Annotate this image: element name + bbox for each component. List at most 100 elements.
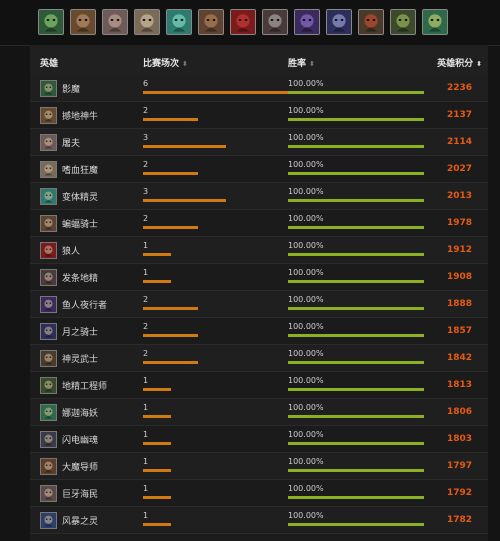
table-row[interactable]: 风暴之灵 1 100.00% 1782 <box>30 507 488 534</box>
table-row[interactable]: 嗜血狂魔 2 100.00% 2027 <box>30 156 488 183</box>
hero-name[interactable]: 大魔导师 <box>62 460 98 473</box>
hero-name[interactable]: 鱼人夜行者 <box>62 298 107 311</box>
win-rate-bar <box>288 442 424 445</box>
win-rate: 100.00% <box>288 79 324 88</box>
hero-stats-table: 英雄 比赛场次 ⬍ 胜率 ⬍ 英雄积分 ⬍ 影魔 6 100.00% 2236 撼地神牛 2 10… <box>30 45 488 541</box>
hero-name[interactable]: 屠夫 <box>62 136 80 149</box>
batrider-icon[interactable] <box>40 215 57 232</box>
hero-name[interactable]: 月之骑士 <box>62 325 98 338</box>
win-rate: 100.00% <box>288 187 324 196</box>
match-count-bar <box>143 118 198 121</box>
win-rate: 100.00% <box>288 322 324 331</box>
hero-name[interactable]: 闪电幽魂 <box>62 433 98 446</box>
hero-score: 1782 <box>446 515 472 525</box>
juggernaut-portrait-icon[interactable] <box>358 9 384 35</box>
match-count-bar <box>143 307 198 310</box>
hero-score: 2236 <box>446 83 472 93</box>
razor-icon[interactable] <box>40 431 57 448</box>
sort-desc-icon[interactable]: ⬍ <box>476 60 482 68</box>
luna-portrait-icon[interactable] <box>326 9 352 35</box>
tinker-portrait-icon[interactable] <box>390 9 416 35</box>
table-row[interactable]: 变体精灵 3 100.00% 2013 <box>30 183 488 210</box>
hero-name[interactable]: 神灵武士 <box>62 352 98 365</box>
win-rate: 100.00% <box>288 457 324 466</box>
bloodseeker-portrait-icon[interactable] <box>134 9 160 35</box>
batrider-portrait-icon[interactable] <box>198 9 224 35</box>
shadow-demon-portrait-icon[interactable] <box>38 9 64 35</box>
morphling-portrait-icon[interactable] <box>166 9 192 35</box>
sort-icon[interactable]: ⬍ <box>182 60 188 68</box>
table-row[interactable]: 发条地精 1 100.00% 1908 <box>30 264 488 291</box>
table-row[interactable]: 鱼人夜行者 2 100.00% 1888 <box>30 291 488 318</box>
hero-name[interactable]: 影魔 <box>62 82 80 95</box>
win-rate: 100.00% <box>288 484 324 493</box>
header-score[interactable]: 英雄积分 ⬍ <box>437 56 482 69</box>
header-matches-label: 比赛场次 <box>143 59 180 69</box>
table-row[interactable]: 蝙蝠骑士 2 100.00% 1978 <box>30 210 488 237</box>
win-rate: 100.00% <box>288 241 324 250</box>
table-row[interactable]: 月之骑士 2 100.00% 1857 <box>30 318 488 345</box>
hero-score: 1978 <box>446 218 472 228</box>
techies-portrait-icon[interactable] <box>262 9 288 35</box>
hero-name[interactable]: 巨牙海民 <box>62 487 98 500</box>
table-row[interactable]: 地精工程师 1 100.00% 1813 <box>30 372 488 399</box>
table-row[interactable]: 狼人 1 100.00% 1912 <box>30 237 488 264</box>
hero-name[interactable]: 嗜血狂魔 <box>62 163 98 176</box>
earthshaker-icon[interactable] <box>40 107 57 124</box>
morphling-icon[interactable] <box>40 188 57 205</box>
earthshaker-portrait-icon[interactable] <box>70 9 96 35</box>
match-count-bar <box>143 172 198 175</box>
match-count-bar <box>143 280 171 283</box>
table-row[interactable]: 大魔导师 1 100.00% 1797 <box>30 453 488 480</box>
table-row[interactable]: 闪电幽魂 1 100.00% 1803 <box>30 426 488 453</box>
win-rate-bar <box>288 118 424 121</box>
table-row[interactable]: 影魔 6 100.00% 2236 <box>30 75 488 102</box>
hero-name[interactable]: 变体精灵 <box>62 190 98 203</box>
invoker-icon[interactable] <box>40 458 57 475</box>
hero-name[interactable]: 蝙蝠骑士 <box>62 217 98 230</box>
win-rate-bar <box>288 469 424 472</box>
match-count-bar <box>143 415 171 418</box>
night-stalker-portrait-icon[interactable] <box>294 9 320 35</box>
shadow-fiend-icon[interactable] <box>40 80 57 97</box>
match-count-bar <box>143 442 171 445</box>
table-row[interactable]: 屠夫 3 100.00% 2114 <box>30 129 488 156</box>
match-count-bar <box>143 361 198 364</box>
sort-icon[interactable]: ⬍ <box>309 60 315 68</box>
clockwerk-icon[interactable] <box>40 269 57 286</box>
table-row[interactable]: 娜迦海妖 1 100.00% 1806 <box>30 399 488 426</box>
techies-icon[interactable] <box>40 377 57 394</box>
pudge-icon[interactable] <box>40 134 57 151</box>
lycan-portrait-icon[interactable] <box>230 9 256 35</box>
match-count-bar <box>143 469 171 472</box>
huskar-icon[interactable] <box>40 350 57 367</box>
table-row[interactable]: 撼地神牛 2 100.00% 2137 <box>30 102 488 129</box>
lycan-icon[interactable] <box>40 242 57 259</box>
match-count: 1 <box>143 484 149 493</box>
hero-name[interactable]: 撼地神牛 <box>62 109 98 122</box>
hero-name[interactable]: 狼人 <box>62 244 80 257</box>
table-row[interactable]: 巨牙海民 1 100.00% 1792 <box>30 480 488 507</box>
win-rate-bar <box>288 361 424 364</box>
hero-name[interactable]: 地精工程师 <box>62 379 107 392</box>
header-winrate[interactable]: 胜率 ⬍ <box>288 56 315 69</box>
hero-name[interactable]: 风暴之灵 <box>62 514 98 527</box>
luna-icon[interactable] <box>40 323 57 340</box>
win-rate: 100.00% <box>288 160 324 169</box>
hero-score: 1813 <box>446 380 472 390</box>
storm-spirit-icon[interactable] <box>40 512 57 529</box>
tusk-icon[interactable] <box>40 485 57 502</box>
pudge-portrait-icon[interactable] <box>102 9 128 35</box>
naga-siren-icon[interactable] <box>40 404 57 421</box>
bloodseeker-icon[interactable] <box>40 161 57 178</box>
header-matches[interactable]: 比赛场次 ⬍ <box>143 56 188 69</box>
table-row[interactable]: 神灵武士 2 100.00% 1842 <box>30 345 488 372</box>
win-rate: 100.00% <box>288 133 324 142</box>
hero-score: 1912 <box>446 245 472 255</box>
hero-name[interactable]: 发条地精 <box>62 271 98 284</box>
match-count-bar <box>143 496 171 499</box>
naga-siren-portrait-icon[interactable] <box>422 9 448 35</box>
win-rate-bar <box>288 415 424 418</box>
hero-name[interactable]: 娜迦海妖 <box>62 406 98 419</box>
slark-icon[interactable] <box>40 296 57 313</box>
